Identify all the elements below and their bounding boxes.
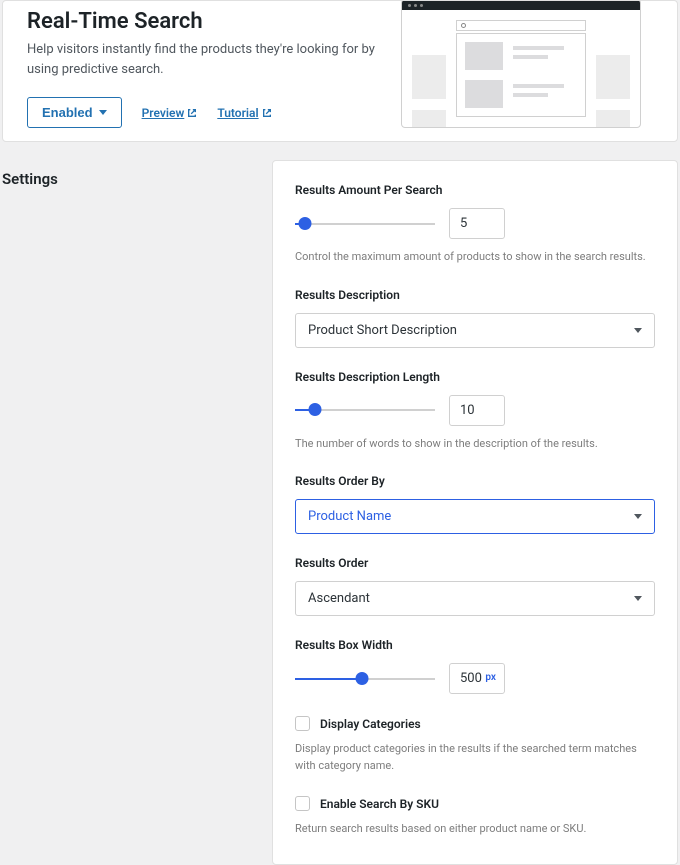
field-results-order-by: Results Order By Product Name — [295, 474, 655, 534]
slider-handle[interactable] — [308, 403, 321, 416]
display-categories-help: Display product categories in the result… — [295, 741, 655, 774]
results-box-width-label: Results Box Width — [295, 638, 655, 652]
results-box-width-input[interactable]: 500 px — [449, 663, 505, 694]
field-results-box-width: Results Box Width 500 px — [295, 638, 655, 694]
caret-down-icon — [99, 110, 107, 115]
field-results-amount: Results Amount Per Search 5 Control the … — [295, 183, 655, 266]
settings-panel: Results Amount Per Search 5 Control the … — [272, 160, 678, 865]
results-description-length-input[interactable]: 10 — [449, 395, 505, 426]
results-box-width-slider[interactable] — [295, 672, 435, 686]
results-description-length-slider[interactable] — [295, 403, 435, 417]
unit-label: px — [485, 672, 496, 683]
hero-card: Real-Time Search Help visitors instantly… — [2, 0, 678, 142]
slider-handle[interactable] — [356, 672, 369, 685]
display-categories-checkbox[interactable] — [295, 716, 310, 731]
results-description-select[interactable]: Product Short Description — [295, 313, 655, 348]
hero-illustration — [401, 0, 641, 128]
results-description-length-help: The number of words to show in the descr… — [295, 436, 655, 453]
enable-sku-checkbox[interactable] — [295, 796, 310, 811]
field-results-order: Results Order Ascendant — [295, 556, 655, 616]
field-display-categories: Display Categories Display product categ… — [295, 716, 655, 774]
field-results-description-length: Results Description Length 10 The number… — [295, 370, 655, 453]
results-amount-input[interactable]: 5 — [449, 208, 505, 239]
chevron-down-icon — [634, 596, 642, 601]
results-description-length-label: Results Description Length — [295, 370, 655, 384]
hero-content: Real-Time Search Help visitors instantly… — [27, 9, 397, 119]
chevron-down-icon — [634, 328, 642, 333]
enable-sku-help: Return search results based on either pr… — [295, 821, 655, 838]
field-enable-sku: Enable Search By SKU Return search resul… — [295, 796, 655, 838]
results-order-select[interactable]: Ascendant — [295, 581, 655, 616]
browser-mock — [401, 0, 641, 128]
results-amount-slider[interactable] — [295, 217, 435, 231]
display-categories-label: Display Categories — [320, 717, 421, 731]
results-order-by-select[interactable]: Product Name — [295, 499, 655, 534]
settings-title: Settings — [2, 160, 252, 865]
external-link-icon — [187, 108, 197, 118]
chevron-down-icon — [634, 514, 642, 519]
results-amount-help: Control the maximum amount of products t… — [295, 249, 655, 266]
search-icon — [461, 23, 466, 28]
preview-link-label: Preview — [142, 106, 185, 120]
settings-section: Settings Results Amount Per Search 5 Con… — [0, 160, 680, 865]
results-amount-label: Results Amount Per Search — [295, 183, 655, 197]
hero-actions: Enabled Preview Tutorial — [27, 97, 397, 128]
slider-handle[interactable] — [298, 217, 311, 230]
tutorial-link-label: Tutorial — [217, 106, 258, 120]
enabled-button-label: Enabled — [42, 105, 93, 120]
hero-title: Real-Time Search — [27, 9, 397, 34]
tutorial-link[interactable]: Tutorial — [217, 106, 271, 120]
field-results-description: Results Description Product Short Descri… — [295, 288, 655, 348]
search-bar-mock — [456, 20, 586, 31]
results-order-label: Results Order — [295, 556, 655, 570]
results-order-by-label: Results Order By — [295, 474, 655, 488]
preview-link[interactable]: Preview — [142, 106, 198, 120]
hero-description: Help visitors instantly find the product… — [27, 40, 397, 79]
results-description-label: Results Description — [295, 288, 655, 302]
external-link-icon — [262, 108, 272, 118]
enable-sku-label: Enable Search By SKU — [320, 797, 439, 811]
enabled-button[interactable]: Enabled — [27, 97, 122, 128]
